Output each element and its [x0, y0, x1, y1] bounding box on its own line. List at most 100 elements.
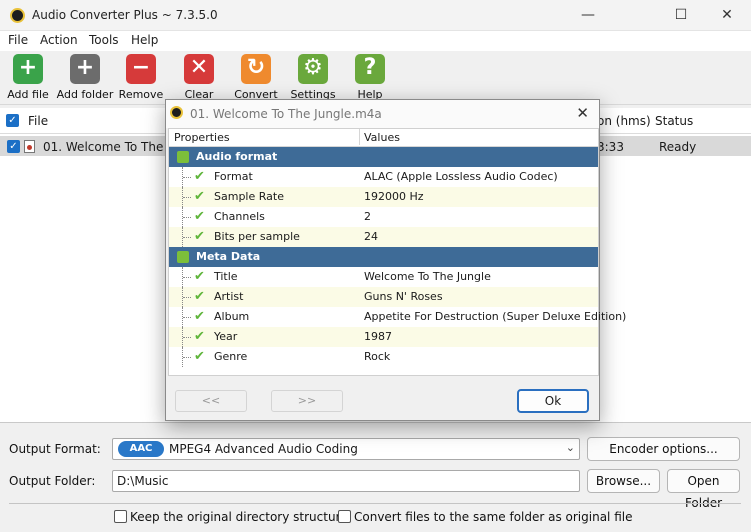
add-file-button[interactable]: + Add file — [0, 54, 58, 101]
checkmark-icon: ✔ — [194, 309, 205, 324]
same-folder-checkbox[interactable] — [338, 510, 351, 523]
row-duration: 3:33 — [597, 140, 624, 154]
add-folder-button[interactable]: + Add folder — [55, 54, 115, 101]
checkmark-icon: ✔ — [194, 229, 205, 244]
output-folder-label: Output Folder: — [9, 474, 96, 488]
property-name: Album — [214, 310, 250, 323]
encoder-options-button[interactable]: Encoder options... — [587, 437, 740, 461]
tree-line — [182, 207, 194, 227]
menu-bar: File Action Tools Help — [0, 31, 751, 51]
checkmark-icon: ✔ — [194, 209, 205, 224]
column-status[interactable]: Status — [655, 114, 693, 128]
dialog-title: 01. Welcome To The Jungle.m4a — [190, 107, 382, 121]
tree-line — [182, 187, 194, 207]
menu-tools[interactable]: Tools — [89, 33, 119, 47]
property-row[interactable]: ✔ Artist Guns N' Roses — [169, 287, 598, 307]
property-row[interactable]: ✔ Title Welcome To The Jungle — [169, 267, 598, 287]
tree-line — [182, 267, 194, 287]
property-value: 1987 — [364, 330, 392, 343]
properties-dialog: 01. Welcome To The Jungle.m4a ✕ Properti… — [165, 99, 626, 421]
dialog-close-button[interactable]: ✕ — [576, 104, 589, 122]
menu-file[interactable]: File — [8, 33, 28, 47]
menu-help[interactable]: Help — [131, 33, 158, 47]
settings-button[interactable]: ⚙ Settings — [283, 54, 343, 101]
property-value: 192000 Hz — [364, 190, 424, 203]
property-row[interactable]: ✔ Format ALAC (Apple Lossless Audio Codec) — [169, 167, 598, 187]
properties-table: Properties Values Audio format ✔ Format ALA… — [168, 128, 626, 376]
group-icon — [177, 251, 189, 263]
help-button[interactable]: ? Help — [340, 54, 400, 101]
browse-button[interactable]: Browse... — [587, 469, 660, 493]
toolbar: + Add file + Add folder − Remove ✕ Clear ↻ Conver… — [0, 51, 751, 105]
checkmark-icon: ✔ — [194, 189, 205, 204]
property-value: Guns N' Roses — [364, 290, 443, 303]
group-icon — [177, 151, 189, 163]
tree-line — [182, 327, 194, 347]
output-folder-value: D:\Music — [117, 474, 169, 488]
close-button[interactable]: ✕ — [704, 0, 750, 31]
toolbar-label: Add folder — [56, 88, 114, 101]
clear-icon: ✕ — [184, 54, 214, 84]
clear-button[interactable]: ✕ Clear — [169, 54, 229, 101]
property-row[interactable]: ✔ Sample Rate 192000 Hz — [169, 187, 598, 207]
dialog-app-icon — [170, 106, 183, 119]
column-file[interactable]: File — [28, 114, 48, 128]
open-folder-button[interactable]: Open Folder — [667, 469, 740, 510]
convert-button[interactable]: ↻ Convert — [226, 54, 286, 101]
property-name: Channels — [214, 210, 265, 223]
row-checkbox[interactable]: ✓ — [7, 140, 20, 153]
output-format-select[interactable]: AAC MPEG4 Advanced Audio Coding ⌄ — [112, 438, 580, 460]
checkmark-icon: ✔ — [194, 289, 205, 304]
property-value: 2 — [364, 210, 371, 223]
output-format-label: Output Format: — [9, 442, 101, 456]
select-all-checkbox[interactable]: ✓ — [6, 114, 19, 127]
maximize-button[interactable]: ☐ — [658, 0, 704, 31]
values-column: Values — [359, 129, 400, 145]
keep-structure-checkbox[interactable] — [114, 510, 127, 523]
property-value: Appetite For Destruction (Super Deluxe E… — [364, 310, 627, 323]
tree-line — [182, 307, 194, 327]
format-badge: AAC — [118, 441, 164, 457]
group-name: Meta Data — [196, 250, 261, 263]
group-name: Audio format — [196, 150, 278, 163]
property-value: ALAC (Apple Lossless Audio Codec) — [364, 170, 558, 183]
toolbar-label: Remove — [118, 88, 164, 101]
title-bar: Audio Converter Plus ~ 7.3.5.0 — ☐ ✕ — [0, 0, 751, 31]
property-row[interactable]: ✔ Bits per sample 24 — [169, 227, 598, 247]
convert-icon: ↻ — [241, 54, 271, 84]
property-row[interactable]: ✔ Album Appetite For Destruction (Super De… — [169, 307, 626, 327]
app-icon — [10, 8, 25, 23]
previous-button[interactable]: << — [175, 390, 247, 412]
properties-column: Properties — [174, 131, 230, 144]
format-value: MPEG4 Advanced Audio Coding — [169, 442, 358, 456]
audio-file-icon — [24, 140, 35, 153]
property-row[interactable]: ✔ Year 1987 — [169, 327, 598, 347]
tree-line — [182, 347, 194, 367]
minimize-button[interactable]: — — [565, 0, 611, 31]
gear-icon: ⚙ — [298, 54, 328, 84]
help-icon: ? — [355, 54, 385, 84]
property-name: Title — [214, 270, 238, 283]
property-row[interactable]: ✔ Channels 2 — [169, 207, 598, 227]
output-folder-field[interactable]: D:\Music — [112, 470, 580, 492]
property-name: Bits per sample — [214, 230, 300, 243]
dialog-title-bar: 01. Welcome To The Jungle.m4a ✕ — [166, 100, 599, 128]
same-folder-label: Convert files to the same folder as orig… — [354, 510, 633, 524]
keep-structure-label: Keep the original directory structure — [130, 510, 348, 524]
checkmark-icon: ✔ — [194, 349, 205, 364]
folder-add-icon: + — [70, 54, 100, 84]
property-group-header[interactable]: Audio format — [169, 147, 598, 167]
property-value: Welcome To The Jungle — [364, 270, 491, 283]
remove-button[interactable]: − Remove — [111, 54, 171, 101]
ok-button[interactable]: Ok — [517, 389, 589, 413]
menu-action[interactable]: Action — [40, 33, 78, 47]
checkmark-icon: ✔ — [194, 269, 205, 284]
property-value: 24 — [364, 230, 378, 243]
checkmark-icon: ✔ — [194, 169, 205, 184]
plus-icon: + — [13, 54, 43, 84]
next-button[interactable]: >> — [271, 390, 343, 412]
property-group-header[interactable]: Meta Data — [169, 247, 598, 267]
column-duration[interactable]: on (hms) — [597, 114, 651, 128]
property-name: Format — [214, 170, 253, 183]
property-row[interactable]: ✔ Genre Rock — [169, 347, 598, 367]
